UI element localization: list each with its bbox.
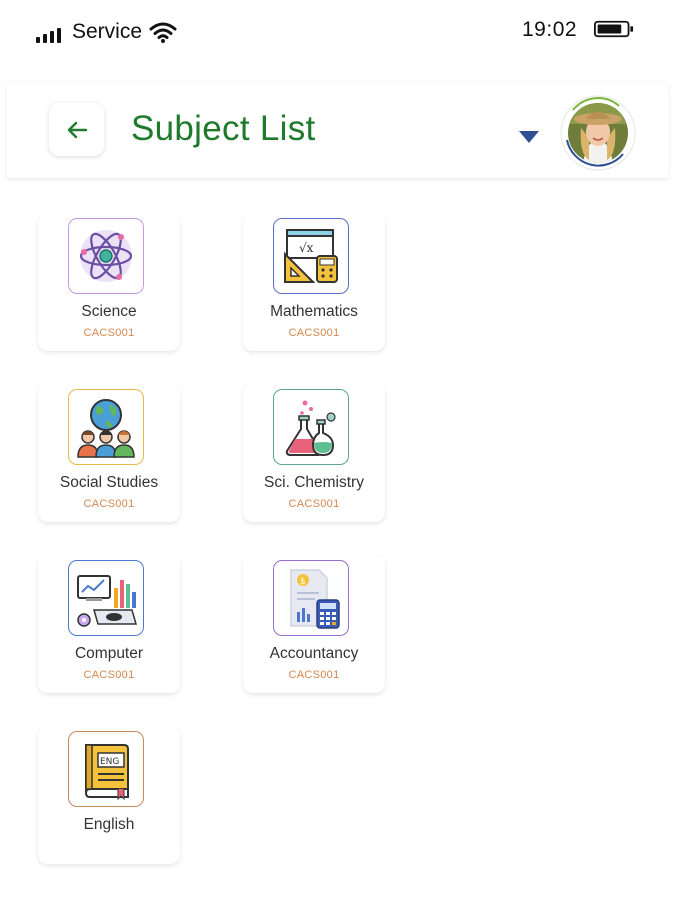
subject-code: CACS001 (288, 669, 340, 681)
status-bar: Service 19:02 (0, 0, 675, 66)
subject-name: English (83, 816, 135, 833)
subject-card-english[interactable]: ENG English (38, 726, 180, 864)
svg-text:ENG: ENG (100, 757, 119, 767)
subject-name: Mathematics (270, 303, 358, 320)
computer-analytics-icon (68, 560, 144, 636)
subject-name: Sci. Chemistry (264, 474, 364, 491)
subject-code: CACS001 (83, 327, 135, 339)
accounting-calculator-icon: $ (273, 560, 349, 636)
math-tools-icon: √x (273, 218, 349, 294)
dropdown-caret-icon[interactable] (518, 130, 540, 144)
back-button[interactable] (49, 103, 104, 156)
subject-card-accountancy[interactable]: $ Accountancy CACS001 (243, 555, 385, 693)
subject-code: CACS001 (83, 669, 135, 681)
subject-name: Computer (74, 645, 144, 662)
subject-code: CACS001 (288, 498, 340, 510)
subject-name: Social Studies (59, 474, 159, 491)
subject-card-sci-chemistry[interactable]: Sci. Chemistry CACS001 (243, 384, 385, 522)
subject-card-science[interactable]: Science CACS001 (38, 213, 180, 351)
subject-code: CACS001 (288, 327, 340, 339)
subject-card-mathematics[interactable]: √x Mathematics CACS001 (243, 213, 385, 351)
avatar (560, 95, 636, 171)
english-book-icon: ENG (68, 731, 144, 807)
wifi-icon (149, 22, 177, 43)
battery-icon (594, 20, 634, 38)
carrier-label: Service (72, 20, 143, 43)
svg-text:√x: √x (299, 241, 314, 255)
subject-card-computer[interactable]: Computer CACS001 (38, 555, 180, 693)
subject-name: Accountancy (269, 645, 359, 662)
subject-code: CACS001 (83, 498, 135, 510)
globe-people-icon (68, 389, 144, 465)
page-title: Subject List (131, 109, 316, 148)
svg-text:$: $ (300, 577, 306, 587)
clock: 19:02 (522, 18, 578, 41)
atom-icon (68, 218, 144, 294)
arrow-left-icon (67, 121, 87, 138)
profile-avatar[interactable] (559, 94, 637, 172)
subject-name: Science (81, 303, 137, 320)
signal-icon (36, 27, 61, 43)
app-header: Subject List (6, 82, 669, 178)
subject-card-social-studies[interactable]: Social Studies CACS001 (38, 384, 180, 522)
chemistry-flask-icon (273, 389, 349, 465)
